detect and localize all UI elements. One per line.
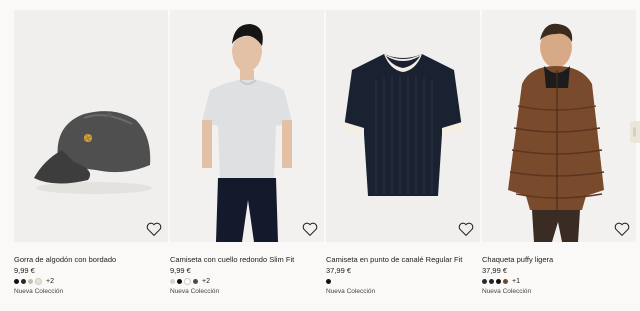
product-card[interactable]: Camiseta en punto de canalé Regular Fit …	[326, 10, 480, 306]
knit-tshirt-image	[342, 54, 464, 196]
color-swatch[interactable]	[193, 278, 198, 284]
collection-tag: Nueva Colección	[326, 288, 376, 295]
product-card[interactable]: Camiseta con cuello redondo Slim Fit 9,9…	[170, 10, 324, 306]
color-swatches: +2	[170, 277, 210, 285]
product-title[interactable]: Camiseta con cuello redondo Slim Fit	[170, 255, 294, 264]
color-swatch[interactable]	[177, 278, 182, 284]
color-swatches	[326, 277, 333, 285]
favorite-heart-icon[interactable]	[302, 222, 318, 236]
favorite-heart-icon[interactable]	[458, 222, 474, 236]
cap-image	[34, 111, 152, 194]
collection-tag: Nueva Colección	[14, 288, 64, 295]
product-image[interactable]	[14, 10, 168, 242]
more-colors-count[interactable]: +2	[202, 278, 210, 285]
color-swatches: +1	[482, 277, 520, 285]
color-swatch[interactable]	[496, 278, 501, 284]
product-title[interactable]: Camiseta en punto de canalé Regular Fit	[326, 255, 462, 264]
puffer-jacket-model-image	[482, 10, 636, 242]
grip-icon	[633, 127, 636, 137]
product-title[interactable]: Chaqueta puffy ligera	[482, 255, 553, 264]
color-swatch[interactable]	[28, 278, 33, 284]
color-swatch[interactable]	[326, 278, 331, 284]
product-card[interactable]: Chaqueta puffy ligera 37,99 € +1 Nueva C…	[482, 10, 636, 306]
color-swatch[interactable]	[489, 278, 494, 284]
carousel-next-handle[interactable]	[630, 121, 640, 143]
product-price: 37,99 €	[326, 266, 352, 275]
product-price: 9,99 €	[14, 266, 35, 275]
color-swatch[interactable]	[21, 278, 26, 284]
product-title[interactable]: Gorra de algodón con bordado	[14, 255, 116, 264]
product-card[interactable]: Gorra de algodón con bordado 9,99 € +2 N…	[14, 10, 168, 306]
more-colors-count[interactable]: +1	[512, 278, 520, 285]
favorite-heart-icon[interactable]	[614, 222, 630, 236]
collection-tag: Nueva Colección	[482, 288, 532, 295]
favorite-heart-icon[interactable]	[146, 222, 162, 236]
color-swatch[interactable]	[482, 278, 487, 284]
color-swatch[interactable]	[170, 278, 175, 284]
color-swatch[interactable]	[184, 277, 191, 285]
product-image[interactable]	[326, 10, 480, 242]
product-image[interactable]	[482, 10, 636, 242]
product-image[interactable]	[170, 10, 324, 242]
color-swatches: +2	[14, 277, 54, 285]
color-swatch[interactable]	[35, 277, 42, 285]
color-swatch[interactable]	[14, 278, 19, 284]
product-grid: Gorra de algodón con bordado 9,99 € +2 N…	[14, 10, 636, 306]
color-swatch[interactable]	[503, 278, 508, 284]
more-colors-count[interactable]: +2	[46, 278, 54, 285]
collection-tag: Nueva Colección	[170, 288, 220, 295]
tshirt-model-image	[170, 10, 324, 242]
product-price: 9,99 €	[170, 266, 191, 275]
product-price: 37,99 €	[482, 266, 508, 275]
